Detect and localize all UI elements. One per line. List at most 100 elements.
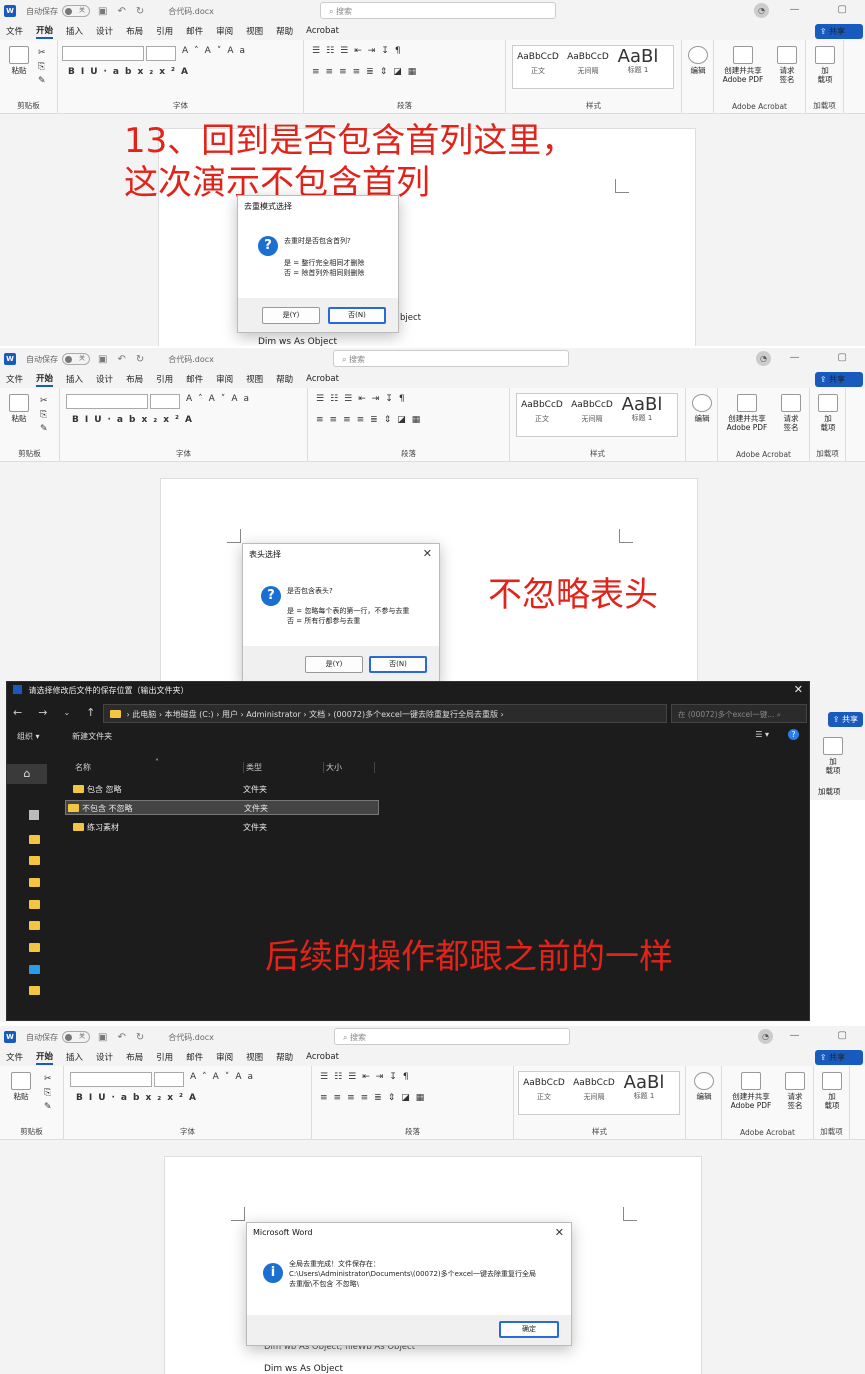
share-button[interactable]: ⇪ 共享	[814, 1050, 863, 1065]
save-icon[interactable]: ▣	[98, 6, 107, 17]
tab-mailings[interactable]: 邮件	[186, 1051, 203, 1063]
style-heading1[interactable]: AaBl 标题 1	[617, 394, 667, 436]
align-buttons[interactable]: ≡≡≡≡≣⇕◪▦	[312, 67, 422, 77]
yes-button[interactable]: 是(Y)	[262, 307, 320, 324]
close-icon[interactable]: ✕	[555, 1226, 564, 1239]
tab-home[interactable]: 开始	[36, 24, 54, 39]
tab-view[interactable]: 视图	[246, 1051, 263, 1063]
tab-home[interactable]: 开始	[36, 372, 54, 387]
folder-search-input[interactable]: 在 (00072)多个excel一键... ⌕	[671, 704, 807, 723]
addin-button[interactable]: 加 载项	[810, 46, 840, 84]
back-icon[interactable]: ←	[13, 706, 22, 719]
tab-references[interactable]: 引用	[156, 25, 173, 37]
address-bar[interactable]: › 此电脑 › 本地磁盘 (C:) › 用户 › Administrator ›…	[103, 704, 667, 723]
font-name-combo[interactable]	[70, 1072, 152, 1087]
paste-button[interactable]: 粘贴	[6, 46, 32, 75]
create-pdf-button[interactable]: 创建并共享 Adobe PDF	[722, 394, 772, 432]
no-button[interactable]: 否(N)	[369, 656, 427, 673]
list-buttons[interactable]: ☰☷☰⇤⇥↧¶	[312, 46, 407, 56]
desktop-icon[interactable]	[29, 965, 40, 974]
folder-icon[interactable]	[29, 878, 40, 887]
save-icon[interactable]: ▣	[98, 354, 107, 365]
undo-icon[interactable]: ↶	[117, 354, 125, 365]
tab-review[interactable]: 审阅	[216, 25, 233, 37]
styles-gallery[interactable]: AaBbCcD 正文 AaBbCcD 无间隔 AaBl 标题 1	[512, 45, 674, 89]
new-folder-button[interactable]: 新建文件夹	[72, 732, 112, 741]
up-icon[interactable]: ↑	[86, 706, 95, 719]
folder-row[interactable]: 练习素材 文件夹	[65, 820, 379, 835]
redo-icon[interactable]: ↻	[136, 6, 144, 17]
account-avatar[interactable]: ◔	[758, 1029, 773, 1044]
font-size-combo[interactable]	[150, 394, 180, 409]
column-type[interactable]: 类型	[243, 762, 262, 773]
format-buttons[interactable]: BIU·abx₂x²A	[76, 1093, 202, 1103]
no-button[interactable]: 否(N)	[328, 307, 386, 324]
addin-button[interactable]: 加 载项	[817, 1072, 847, 1110]
undo-icon[interactable]: ↶	[117, 6, 125, 17]
minimize-icon[interactable]: —	[790, 352, 800, 363]
tab-help[interactable]: 帮助	[276, 25, 293, 37]
style-normal[interactable]: AaBbCcD 正文	[517, 394, 567, 436]
list-buttons[interactable]: ☰☷☰⇤⇥↧¶	[320, 1072, 415, 1082]
tab-mailings[interactable]: 邮件	[186, 373, 203, 385]
account-avatar[interactable]: ◔	[756, 351, 771, 366]
style-no-spacing[interactable]: AaBbCcD 无间隔	[567, 394, 617, 436]
styles-gallery[interactable]: AaBbCcD 正文 AaBbCcD 无间隔 AaBl 标题 1	[516, 393, 678, 437]
style-no-spacing[interactable]: AaBbCcD 无间隔	[569, 1072, 619, 1114]
request-sign-button[interactable]: 请求 签名	[780, 1072, 810, 1110]
tab-layout[interactable]: 布局	[126, 1051, 143, 1063]
tab-review[interactable]: 审阅	[216, 373, 233, 385]
edit-button[interactable]: 编辑	[684, 46, 712, 75]
create-pdf-button[interactable]: 创建并共享 Adobe PDF	[718, 46, 768, 84]
style-no-spacing[interactable]: AaBbCcD 无间隔	[563, 46, 613, 88]
tab-view[interactable]: 视图	[246, 373, 263, 385]
tab-design[interactable]: 设计	[96, 25, 113, 37]
paste-button[interactable]: 粘贴	[6, 394, 32, 423]
share-button[interactable]: ⇪ 共享	[814, 24, 863, 39]
tab-layout[interactable]: 布局	[126, 25, 143, 37]
folder-row-selected[interactable]: 不包含 不忽略 文件夹	[65, 800, 379, 815]
tab-review[interactable]: 审阅	[216, 1051, 233, 1063]
tab-view[interactable]: 视图	[246, 25, 263, 37]
folder-icon[interactable]	[29, 921, 40, 930]
tab-design[interactable]: 设计	[96, 1051, 113, 1063]
font-size-buttons[interactable]: A˄A˅Aa	[182, 46, 251, 56]
request-sign-button[interactable]: 请求 签名	[772, 46, 802, 84]
tab-insert[interactable]: 插入	[66, 25, 83, 37]
maximize-icon[interactable]: ▢	[838, 1030, 847, 1041]
undo-icon[interactable]: ↶	[117, 1032, 125, 1043]
tab-acrobat[interactable]: Acrobat	[306, 374, 339, 384]
tab-mailings[interactable]: 邮件	[186, 25, 203, 37]
column-name[interactable]: 名称	[75, 762, 91, 773]
edit-button[interactable]: 编辑	[688, 394, 716, 423]
font-size-combo[interactable]	[146, 46, 176, 61]
style-normal[interactable]: AaBbCcD 正文	[513, 46, 563, 88]
font-name-combo[interactable]	[62, 46, 144, 61]
redo-icon[interactable]: ↻	[136, 1032, 144, 1043]
autosave-toggle[interactable]: 关	[62, 353, 90, 365]
tab-references[interactable]: 引用	[156, 1051, 173, 1063]
search-input[interactable]: ⌕ 搜索	[334, 1028, 570, 1045]
request-sign-button[interactable]: 请求 签名	[776, 394, 806, 432]
font-size-buttons[interactable]: A˄A˅Aa	[190, 1072, 259, 1082]
search-input[interactable]: ⌕ 搜索	[333, 350, 569, 367]
font-name-combo[interactable]	[66, 394, 148, 409]
font-size-combo[interactable]	[154, 1072, 184, 1087]
minimize-icon[interactable]: —	[790, 1030, 800, 1041]
share-button[interactable]: ⇪ 共享	[827, 712, 863, 727]
chevron-down-icon[interactable]: ⌄	[63, 708, 70, 717]
tab-insert[interactable]: 插入	[66, 1051, 83, 1063]
autosave-toggle[interactable]: 关	[62, 1031, 90, 1043]
organize-button[interactable]: 组织	[17, 732, 33, 741]
tab-help[interactable]: 帮助	[276, 1051, 293, 1063]
account-avatar[interactable]: ◔	[754, 3, 769, 18]
cut-copy-icons[interactable]: ✂ ⎘ ✎	[44, 1072, 52, 1114]
style-heading1[interactable]: AaBl 标题 1	[613, 46, 663, 88]
folder-icon[interactable]	[29, 856, 40, 865]
redo-icon[interactable]: ↻	[136, 354, 144, 365]
close-icon[interactable]: ✕	[423, 547, 432, 560]
folder-row[interactable]: 包含 忽略 文件夹	[65, 782, 379, 797]
maximize-icon[interactable]: ▢	[838, 4, 847, 15]
addin-button[interactable]: 加 载项	[818, 737, 848, 775]
format-buttons[interactable]: BIU·abx₂x²A	[68, 67, 194, 77]
